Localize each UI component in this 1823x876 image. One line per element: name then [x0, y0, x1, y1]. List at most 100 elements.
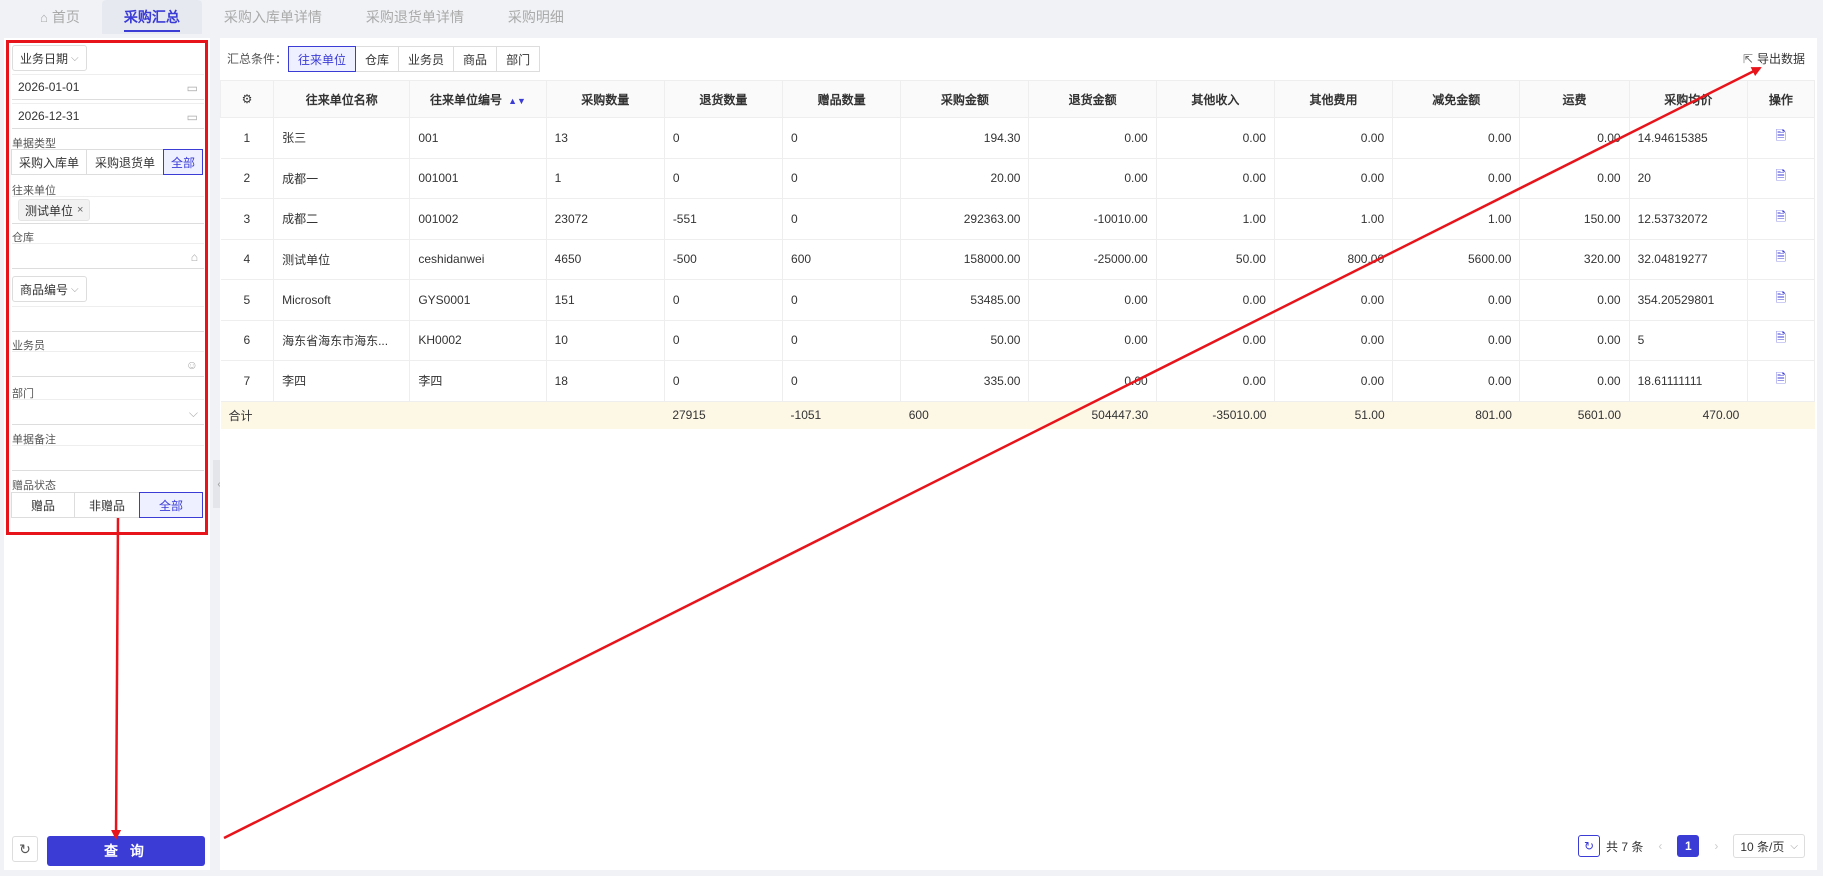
- table-cell: 0.00: [1028, 320, 1157, 361]
- gift-status-segment: 赠品 非赠品 全部: [11, 492, 203, 518]
- gift-option-gift[interactable]: 赠品: [11, 492, 75, 518]
- table-row: 4 测试单位 ceshidanwei 4650 -500 600 158000.00 -250…: [220, 239, 1816, 280]
- gift-option-non-gift[interactable]: 非赠品: [74, 492, 140, 518]
- table-cell: 1.00: [1274, 198, 1394, 240]
- view-detail-icon[interactable]: 🗎: [1776, 209, 1786, 224]
- table-cell: 0.00: [1274, 360, 1394, 402]
- salesman-select[interactable]: ☺: [12, 351, 204, 377]
- view-detail-icon[interactable]: 🗎: [1776, 249, 1786, 264]
- table-cell: 李四: [273, 360, 411, 402]
- total-cell: 27915: [664, 401, 783, 429]
- table-cell: 0.00: [1519, 158, 1630, 199]
- tab-purchase-summary[interactable]: 采购汇总: [101, 0, 202, 34]
- refresh-button[interactable]: ↻: [12, 836, 38, 862]
- condition-salesman[interactable]: 业务员: [398, 46, 455, 72]
- table-row: 1 张三 001 13 0 0 194.30 0.00 0.00 0.00 0.00 0.00 14.9…: [220, 117, 1816, 159]
- department-select[interactable]: ⌵: [12, 399, 204, 425]
- total-count: 共 7 条: [1606, 839, 1644, 854]
- page-size-select[interactable]: 10 条/页 ⌵: [1733, 834, 1805, 858]
- pager-refresh-button[interactable]: ↻: [1578, 835, 1601, 857]
- remark-input[interactable]: [12, 445, 204, 471]
- total-cell: 5601.00: [1519, 401, 1630, 429]
- tab-purchase-detail[interactable]: 采购明细: [486, 0, 586, 34]
- doc-type-purchase-return[interactable]: 采购退货单: [86, 149, 164, 175]
- row-index: 2: [220, 158, 275, 199]
- date-end-input[interactable]: 2026-12-31 ▭: [12, 103, 204, 129]
- table-row: 6 海东省海东市海东... KH0002 10 0 0 50.00 0.00 0.00 0.00 0…: [220, 320, 1816, 361]
- doc-type-all[interactable]: 全部: [163, 149, 203, 175]
- table-cell: 151: [546, 279, 665, 321]
- product-input[interactable]: [12, 306, 204, 332]
- gift-option-all[interactable]: 全部: [139, 492, 203, 518]
- table-cell: 0.00: [1274, 117, 1394, 159]
- sort-icon[interactable]: ▲▼: [508, 96, 526, 106]
- view-detail-icon[interactable]: 🗎: [1776, 371, 1786, 386]
- refresh-icon: ↻: [1584, 839, 1595, 853]
- table-cell: 测试单位: [273, 239, 411, 280]
- table-cell: 50.00: [900, 320, 1030, 361]
- table-cell: 18.61111111: [1629, 360, 1748, 402]
- view-detail-icon[interactable]: 🗎: [1776, 330, 1786, 345]
- export-button[interactable]: ⇱ 导出数据: [1743, 50, 1805, 67]
- table-cell: 1: [546, 158, 665, 199]
- column-settings-header[interactable]: ⚙: [219, 80, 275, 118]
- next-page-button[interactable]: ›: [1705, 835, 1727, 857]
- table-cell: 0.00: [1028, 117, 1157, 159]
- row-index: 6: [220, 320, 275, 361]
- table-cell: 0.00: [1519, 117, 1630, 159]
- column-header: 其他收入: [1155, 80, 1275, 118]
- warehouse-icon: ⌂: [190, 250, 198, 264]
- condition-department[interactable]: 部门: [496, 46, 541, 72]
- table-cell: 50.00: [1156, 239, 1275, 280]
- table-cell: 0.00: [1156, 360, 1275, 402]
- view-detail-icon[interactable]: 🗎: [1776, 128, 1786, 143]
- column-header[interactable]: 往来单位编号 ▲▼: [409, 80, 547, 118]
- view-detail-icon[interactable]: 🗎: [1776, 168, 1786, 183]
- table-cell: 800.00: [1274, 239, 1394, 280]
- column-header: 采购均价: [1628, 80, 1748, 118]
- table-cell: 0.00: [1519, 279, 1630, 321]
- table-cell: 0: [664, 320, 784, 361]
- summary-condition-segment: 往来单位 仓库 业务员 商品 部门: [288, 46, 541, 72]
- table-cell: 4650: [546, 239, 665, 280]
- total-cell: -1051: [782, 401, 901, 429]
- table-cell: -551: [664, 198, 784, 240]
- product-field-select[interactable]: 商品编号 ⌵: [12, 276, 87, 302]
- table-header-row: ⚙ 往来单位名称 往来单位编号 ▲▼ 采购数量 退货数量 赠品数量 采购金额 退货…: [219, 80, 1816, 118]
- total-cell: 600: [900, 401, 1029, 429]
- page-number[interactable]: 1: [1677, 835, 1700, 857]
- doc-type-purchase-receipt[interactable]: 采购入库单: [11, 149, 87, 175]
- total-row: 合计 27915 -1051 600 504447.30 -35010.00 51.00 80…: [220, 401, 1815, 429]
- warehouse-select[interactable]: ⌂: [12, 243, 204, 269]
- chevron-down-icon: ⌵: [71, 52, 79, 64]
- prev-page-button[interactable]: ‹: [1649, 835, 1671, 857]
- condition-warehouse[interactable]: 仓库: [355, 46, 400, 72]
- query-button[interactable]: 查 询: [47, 836, 205, 866]
- row-index: 3: [220, 198, 275, 240]
- total-cell: [1747, 401, 1815, 429]
- tab-purchase-receipt-detail[interactable]: 采购入库单详情: [202, 0, 344, 34]
- total-cell: 470.00: [1629, 401, 1748, 429]
- date-type-select[interactable]: 业务日期 ⌵: [12, 45, 87, 71]
- table-cell: 20.00: [900, 158, 1030, 199]
- table-cell: 0.00: [1156, 320, 1275, 361]
- condition-partner[interactable]: 往来单位: [288, 46, 357, 72]
- condition-product[interactable]: 商品: [453, 46, 498, 72]
- table-cell: 354.20529801: [1629, 279, 1748, 321]
- column-header: 采购金额: [900, 80, 1030, 118]
- row-index: 4: [220, 239, 275, 280]
- column-header: 运费: [1519, 80, 1630, 118]
- calendar-icon: ▭: [186, 81, 198, 95]
- view-detail-icon[interactable]: 🗎: [1776, 290, 1786, 305]
- chevron-down-icon: ⌵: [71, 283, 79, 295]
- table-cell: 150.00: [1519, 198, 1630, 240]
- table-cell: 0: [782, 279, 902, 321]
- column-header: 赠品数量: [782, 80, 902, 118]
- date-start-input[interactable]: 2026-01-01 ▭: [12, 74, 204, 100]
- tab-purchase-return-detail[interactable]: 采购退货单详情: [344, 0, 486, 34]
- table-cell: 1.00: [1156, 198, 1275, 240]
- close-icon[interactable]: ×: [77, 204, 83, 216]
- total-cell: 801.00: [1392, 401, 1520, 429]
- tab-home[interactable]: ⌂ 首页: [18, 0, 102, 34]
- row-index: 5: [220, 279, 275, 321]
